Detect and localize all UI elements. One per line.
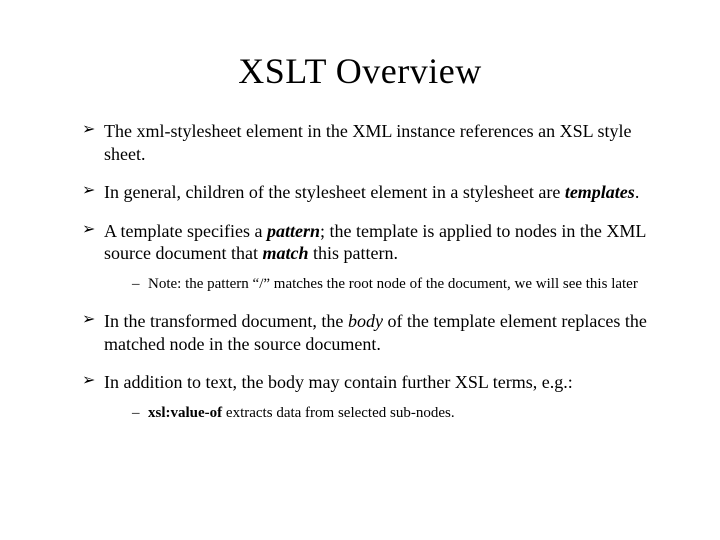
bullet-text: In addition to text, the body may contai… xyxy=(104,372,573,392)
bullet-text: The xml-stylesheet element in the XML in… xyxy=(104,121,631,164)
sub-text: Note: the pattern “/” matches the root n… xyxy=(148,276,638,292)
sub-text: extracts data from selected sub-nodes. xyxy=(222,405,454,421)
sub-item: Note: the pattern “/” matches the root n… xyxy=(132,275,670,295)
bullet-text: . xyxy=(635,182,640,202)
slide: XSLT Overview The xml-stylesheet element… xyxy=(0,0,720,540)
slide-title: XSLT Overview xyxy=(50,50,670,92)
bullet-text: In general, children of the stylesheet e… xyxy=(104,182,565,202)
sub-list: xsl:value-of extracts data from selected… xyxy=(104,404,670,424)
bullet-item: The xml-stylesheet element in the XML in… xyxy=(82,120,670,165)
sub-item: xsl:value-of extracts data from selected… xyxy=(132,404,670,424)
bullet-item: In general, children of the stylesheet e… xyxy=(82,181,670,204)
bullet-list: The xml-stylesheet element in the XML in… xyxy=(50,120,670,423)
bullet-emph: pattern xyxy=(267,221,320,241)
bullet-text: In the transformed document, the xyxy=(104,311,348,331)
bullet-text: A template specifies a xyxy=(104,221,267,241)
sub-emph: xsl:value-of xyxy=(148,405,222,421)
bullet-emph: body xyxy=(348,311,383,331)
bullet-emph: match xyxy=(262,243,308,263)
bullet-item: A template specifies a pattern; the temp… xyxy=(82,220,670,295)
bullet-emph: templates xyxy=(565,182,635,202)
sub-list: Note: the pattern “/” matches the root n… xyxy=(104,275,670,295)
bullet-item: In the transformed document, the body of… xyxy=(82,310,670,355)
bullet-item: In addition to text, the body may contai… xyxy=(82,371,670,423)
bullet-text: this pattern. xyxy=(308,243,397,263)
